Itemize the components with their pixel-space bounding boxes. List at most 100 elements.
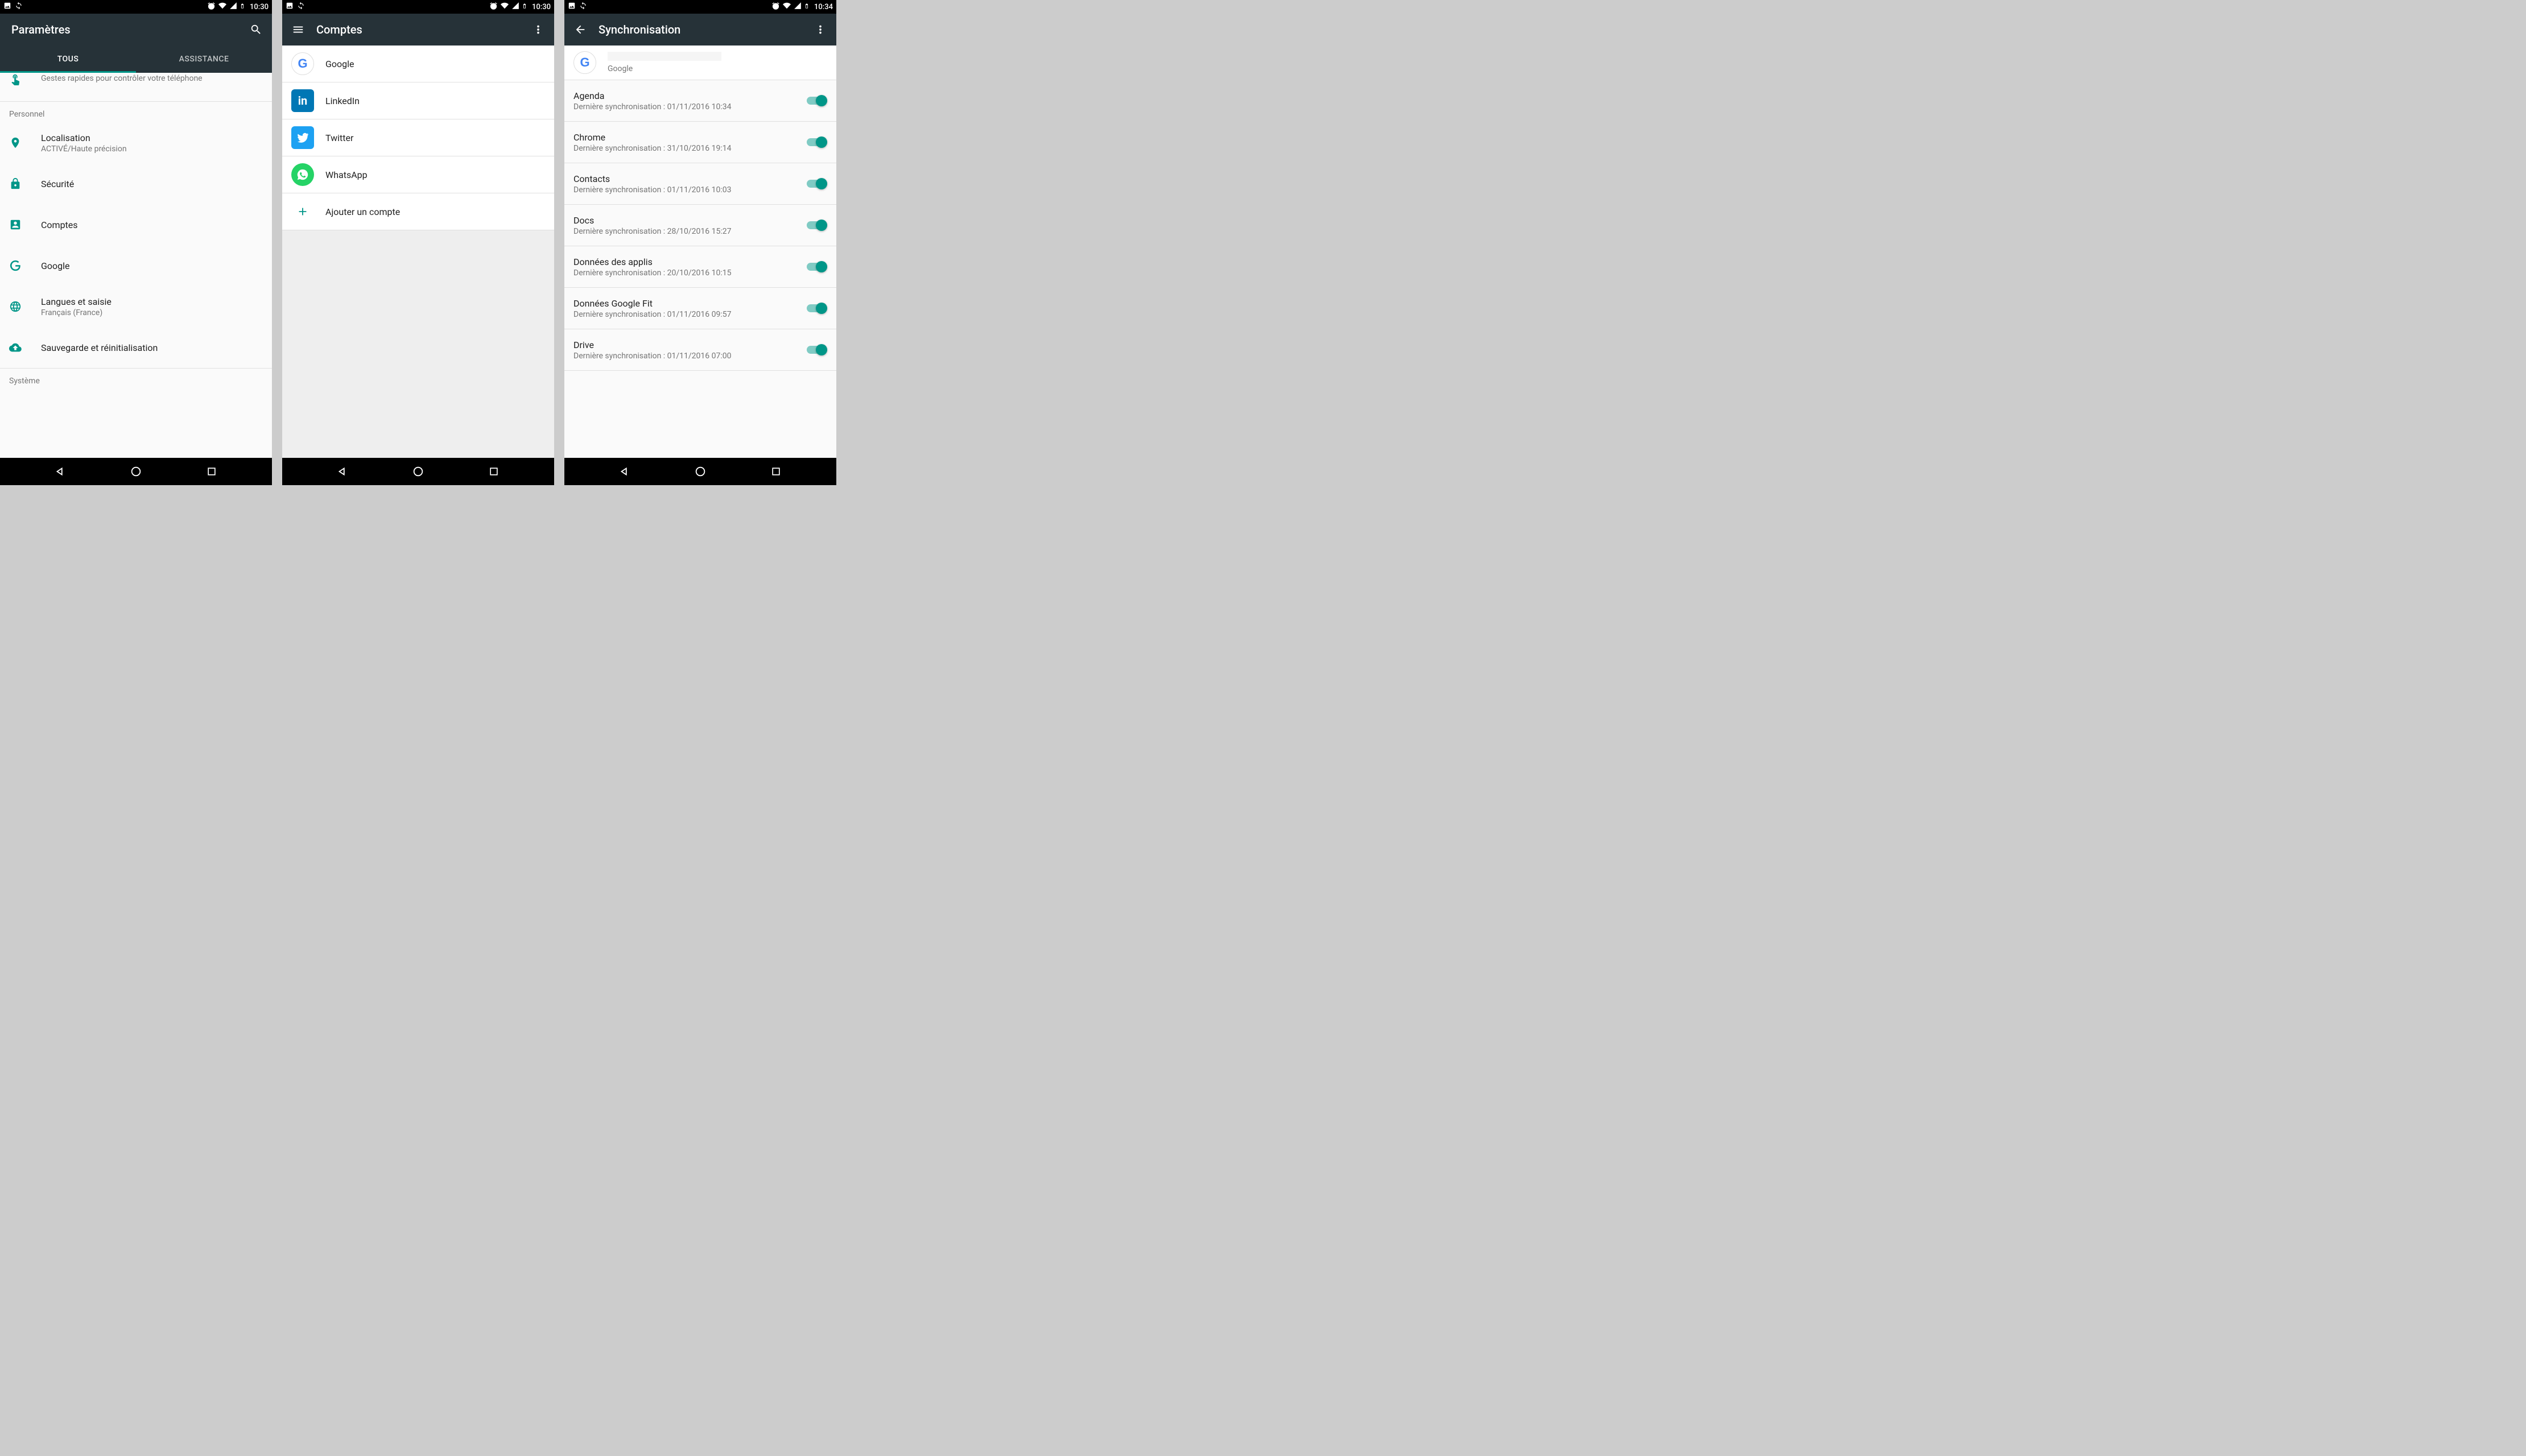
battery-icon <box>240 2 245 13</box>
list-title: Localisation <box>41 133 263 143</box>
arrow-back-icon <box>574 23 587 36</box>
plus-icon <box>291 200 314 223</box>
settings-item-location[interactable]: Localisation ACTIVÉ/Haute précision <box>0 122 272 163</box>
alarm-icon <box>771 2 780 13</box>
sync-sub: Dernière synchronisation : 01/11/2016 09… <box>573 310 800 319</box>
nav-recent-button[interactable] <box>471 466 517 477</box>
nav-recent-button[interactable] <box>189 466 234 477</box>
add-account-button[interactable]: Ajouter un compte <box>282 193 554 230</box>
settings-item-security[interactable]: Sécurité <box>0 163 272 204</box>
wifi-icon <box>782 2 791 12</box>
image-icon <box>3 2 11 12</box>
alarm-icon <box>207 2 216 13</box>
nav-back-button[interactable] <box>602 465 647 478</box>
search-button[interactable] <box>245 18 267 41</box>
nav-back-button[interactable] <box>38 465 83 478</box>
tab-tous[interactable]: TOUS <box>0 46 136 73</box>
tabs: TOUS ASSISTANCE <box>0 46 272 73</box>
twitter-logo-icon <box>291 126 314 149</box>
sync-title: Contacts <box>573 173 800 184</box>
screen-accounts: 10:30 Comptes G Google in LinkedIn <box>282 0 554 485</box>
sync-item[interactable]: Chrome Dernière synchronisation : 31/10/… <box>564 122 836 163</box>
sync-toggle[interactable] <box>807 136 827 148</box>
account-provider: Google <box>608 64 721 73</box>
signal-icon <box>794 2 802 12</box>
menu-button[interactable] <box>287 18 309 41</box>
google-icon <box>9 259 41 272</box>
page-title: Comptes <box>316 23 527 36</box>
sync-item[interactable]: Contacts Dernière synchronisation : 01/1… <box>564 163 836 204</box>
wifi-icon <box>500 2 509 12</box>
screen-settings: 10:30 Paramètres TOUS ASSISTANCE Gestes … <box>0 0 272 485</box>
nav-home-button[interactable] <box>113 465 159 478</box>
sync-toggle[interactable] <box>807 95 827 106</box>
account-email-redacted <box>608 52 721 61</box>
nav-bar <box>0 458 272 485</box>
list-sub: Français (France) <box>41 308 263 317</box>
more-vert-icon <box>532 23 544 36</box>
sync-item[interactable]: Agenda Dernière synchronisation : 01/11/… <box>564 80 836 121</box>
list-title: Sauvegarde et réinitialisation <box>41 342 263 353</box>
account-label: Ajouter un compte <box>325 206 400 217</box>
sync-sub: Dernière synchronisation : 28/10/2016 15… <box>573 227 800 236</box>
sync-item[interactable]: Docs Dernière synchronisation : 28/10/20… <box>564 205 836 246</box>
sync-sub: Dernière synchronisation : 01/11/2016 07… <box>573 351 800 361</box>
overflow-button[interactable] <box>527 18 550 41</box>
cloud-upload-icon <box>9 341 41 354</box>
settings-item-google[interactable]: Google <box>0 245 272 286</box>
back-button[interactable] <box>569 18 592 41</box>
sync-title: Données Google Fit <box>573 298 800 309</box>
account-item-google[interactable]: G Google <box>282 46 554 82</box>
overflow-button[interactable] <box>809 18 832 41</box>
sync-item[interactable]: Données Google Fit Dernière synchronisat… <box>564 288 836 329</box>
tab-assistance[interactable]: ASSISTANCE <box>136 46 272 73</box>
sync-title: Docs <box>573 215 800 226</box>
nav-home-button[interactable] <box>678 465 723 478</box>
sync-toggle[interactable] <box>807 178 827 189</box>
sync-toggle[interactable] <box>807 220 827 231</box>
account-item-twitter[interactable]: Twitter <box>282 119 554 156</box>
settings-item-backup[interactable]: Sauvegarde et réinitialisation <box>0 327 272 368</box>
list-title: Langues et saisie <box>41 296 263 307</box>
alarm-icon <box>489 2 498 13</box>
nav-back-button[interactable] <box>320 465 365 478</box>
sync-toggle[interactable] <box>807 303 827 314</box>
nav-home-button[interactable] <box>395 465 441 478</box>
list-title: Google <box>41 260 263 271</box>
nav-bar <box>282 458 554 485</box>
wifi-icon <box>218 2 227 12</box>
screen-sync: 10:34 Synchronisation G Google <box>564 0 836 485</box>
section-personal: Personnel <box>0 102 272 122</box>
search-icon <box>250 23 262 36</box>
sync-title: Agenda <box>573 90 800 101</box>
google-logo-icon: G <box>573 51 596 74</box>
status-bar: 10:30 <box>0 0 272 14</box>
signal-icon <box>511 2 519 12</box>
whatsapp-logo-icon <box>291 163 314 186</box>
list-title: Comptes <box>41 220 263 230</box>
sync-toggle[interactable] <box>807 344 827 355</box>
page-title: Synchronisation <box>599 23 809 36</box>
lock-icon <box>9 177 41 190</box>
sync-item[interactable]: Drive Dernière synchronisation : 01/11/2… <box>564 329 836 370</box>
page-title: Paramètres <box>11 23 245 36</box>
status-time: 10:30 <box>250 3 269 11</box>
sync-account-header[interactable]: G Google <box>564 46 836 80</box>
image-icon <box>568 2 576 12</box>
app-bar: Synchronisation <box>564 14 836 46</box>
nav-recent-button[interactable] <box>753 466 799 477</box>
settings-item-gestures[interactable]: Gestes rapides pour contrôler votre télé… <box>0 73 272 101</box>
sync-title: Drive <box>573 340 800 350</box>
settings-item-accounts[interactable]: Comptes <box>0 204 272 245</box>
status-bar: 10:30 <box>282 0 554 14</box>
sync-toggle[interactable] <box>807 261 827 272</box>
sync-sub: Dernière synchronisation : 01/11/2016 10… <box>573 102 800 111</box>
account-label: Google <box>325 59 354 69</box>
sync-item[interactable]: Données des applis Dernière synchronisat… <box>564 246 836 287</box>
sync-sub: Dernière synchronisation : 20/10/2016 10… <box>573 268 800 278</box>
location-icon <box>9 136 41 149</box>
account-item-whatsapp[interactable]: WhatsApp <box>282 156 554 193</box>
account-item-linkedin[interactable]: in LinkedIn <box>282 82 554 119</box>
settings-item-languages[interactable]: Langues et saisie Français (France) <box>0 286 272 327</box>
globe-icon <box>9 300 41 313</box>
